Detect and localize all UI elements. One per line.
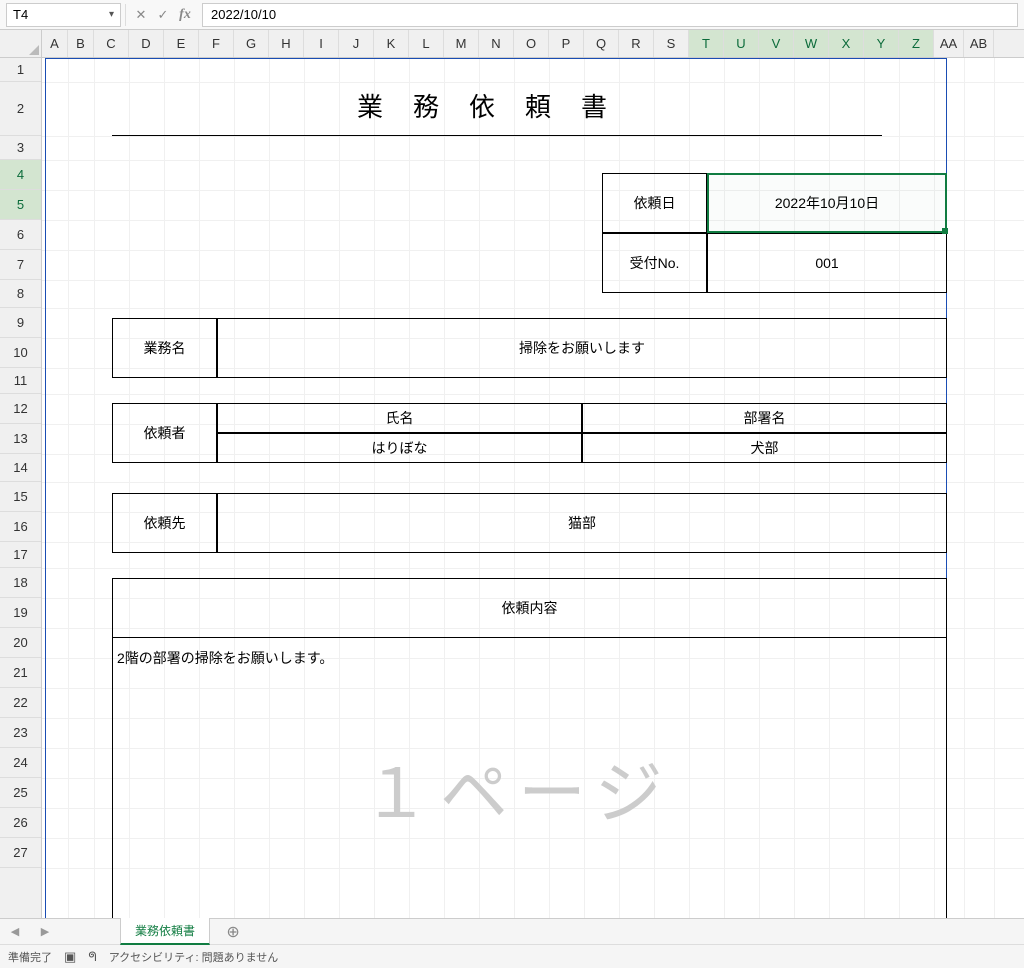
- column-header-I[interactable]: I: [304, 30, 339, 57]
- row-header-13[interactable]: 13: [0, 424, 41, 454]
- formula-text: 2022/10/10: [211, 7, 276, 22]
- row-header-15[interactable]: 15: [0, 482, 41, 512]
- row-header-17[interactable]: 17: [0, 542, 41, 568]
- column-header-P[interactable]: P: [549, 30, 584, 57]
- row-header-7[interactable]: 7: [0, 250, 41, 280]
- row-header-16[interactable]: 16: [0, 512, 41, 542]
- content-body: 2階の部署の掃除をお願いします。: [117, 643, 937, 673]
- row-header-18[interactable]: 18: [0, 568, 41, 598]
- fx-icon[interactable]: fx: [174, 4, 196, 26]
- status-bar: 準備完了 ▣ ᖗ アクセシビリティ: 問題ありません: [0, 944, 1024, 968]
- row-header-2[interactable]: 2: [0, 82, 41, 136]
- column-header-X[interactable]: X: [829, 30, 864, 57]
- row-headers: 1234567891011121314151617181920212223242…: [0, 58, 42, 918]
- confirm-icon[interactable]: ✓: [152, 4, 174, 26]
- column-header-B[interactable]: B: [68, 30, 94, 57]
- status-ready: 準備完了: [8, 949, 52, 965]
- destination-value: 猫部: [217, 493, 947, 553]
- cancel-icon[interactable]: ✕: [130, 4, 152, 26]
- column-header-Y[interactable]: Y: [864, 30, 899, 57]
- column-header-S[interactable]: S: [654, 30, 689, 57]
- row-header-14[interactable]: 14: [0, 454, 41, 482]
- row-header-12[interactable]: 12: [0, 394, 41, 424]
- row-header-23[interactable]: 23: [0, 718, 41, 748]
- column-header-R[interactable]: R: [619, 30, 654, 57]
- row-header-5[interactable]: 5: [0, 190, 41, 220]
- status-accessibility: アクセシビリティ: 問題ありません: [109, 949, 279, 965]
- column-header-AA[interactable]: AA: [934, 30, 964, 57]
- row-header-22[interactable]: 22: [0, 688, 41, 718]
- column-header-W[interactable]: W: [794, 30, 829, 57]
- task-name-label: 業務名: [112, 318, 217, 378]
- row-header-25[interactable]: 25: [0, 778, 41, 808]
- column-header-H[interactable]: H: [269, 30, 304, 57]
- macro-record-icon[interactable]: ▣: [64, 949, 76, 965]
- page-watermark: １ページ: [362, 738, 673, 837]
- column-header-E[interactable]: E: [164, 30, 199, 57]
- select-all-corner[interactable]: [0, 30, 42, 57]
- row-header-3[interactable]: 3: [0, 136, 41, 160]
- destination-label: 依頼先: [112, 493, 217, 553]
- column-headers: ABCDEFGHIJKLMNOPQRSTUVWXYZAAAB: [0, 30, 1024, 58]
- request-date-label: 依頼日: [602, 173, 707, 233]
- row-header-21[interactable]: 21: [0, 658, 41, 688]
- row-header-1[interactable]: 1: [0, 58, 41, 82]
- name-box[interactable]: T4 ▾: [6, 3, 121, 27]
- column-header-U[interactable]: U: [724, 30, 759, 57]
- column-header-D[interactable]: D: [129, 30, 164, 57]
- column-header-A[interactable]: A: [42, 30, 68, 57]
- row-header-6[interactable]: 6: [0, 220, 41, 250]
- column-header-K[interactable]: K: [374, 30, 409, 57]
- spreadsheet-grid[interactable]: 業務依頼書 依頼日 2022年10月10日 受付No. 001 業務名 掃除をお…: [42, 58, 1024, 918]
- column-header-T[interactable]: T: [689, 30, 724, 57]
- column-header-J[interactable]: J: [339, 30, 374, 57]
- title-underline: [112, 135, 882, 136]
- row-header-19[interactable]: 19: [0, 598, 41, 628]
- formula-bar: T4 ▾ ✕ ✓ fx 2022/10/10: [0, 0, 1024, 30]
- row-header-24[interactable]: 24: [0, 748, 41, 778]
- requester-outer: [217, 403, 947, 463]
- row-header-9[interactable]: 9: [0, 308, 41, 338]
- receipt-no-value: 001: [707, 233, 947, 293]
- row-header-27[interactable]: 27: [0, 838, 41, 868]
- tab-next-icon[interactable]: ▶: [30, 925, 60, 938]
- column-header-G[interactable]: G: [234, 30, 269, 57]
- row-header-10[interactable]: 10: [0, 338, 41, 368]
- content-header: 依頼内容: [112, 578, 947, 638]
- column-header-V[interactable]: V: [759, 30, 794, 57]
- sheet-tabs-bar: ◀ ▶ 業務依頼書 ⊕: [0, 918, 1024, 944]
- formula-input[interactable]: 2022/10/10: [202, 3, 1018, 27]
- sheet-tab-active[interactable]: 業務依頼書: [120, 918, 210, 945]
- column-header-M[interactable]: M: [444, 30, 479, 57]
- column-header-AB[interactable]: AB: [964, 30, 994, 57]
- receipt-no-label: 受付No.: [602, 233, 707, 293]
- add-sheet-icon[interactable]: ⊕: [218, 922, 248, 942]
- cell-reference: T4: [13, 7, 109, 22]
- column-header-N[interactable]: N: [479, 30, 514, 57]
- row-header-26[interactable]: 26: [0, 808, 41, 838]
- document-title: 業務依頼書: [112, 80, 882, 130]
- task-name-value: 掃除をお願いします: [217, 318, 947, 378]
- accessibility-icon[interactable]: ᖗ: [88, 949, 96, 965]
- row-header-8[interactable]: 8: [0, 280, 41, 308]
- column-header-O[interactable]: O: [514, 30, 549, 57]
- request-date-value: 2022年10月10日: [707, 173, 947, 233]
- tab-prev-icon[interactable]: ◀: [0, 925, 30, 938]
- row-header-11[interactable]: 11: [0, 368, 41, 394]
- row-header-20[interactable]: 20: [0, 628, 41, 658]
- row-header-4[interactable]: 4: [0, 160, 41, 190]
- column-header-C[interactable]: C: [94, 30, 129, 57]
- dropdown-icon[interactable]: ▾: [109, 9, 114, 20]
- column-header-Q[interactable]: Q: [584, 30, 619, 57]
- column-header-F[interactable]: F: [199, 30, 234, 57]
- column-header-L[interactable]: L: [409, 30, 444, 57]
- column-header-Z[interactable]: Z: [899, 30, 934, 57]
- requester-label: 依頼者: [112, 403, 217, 463]
